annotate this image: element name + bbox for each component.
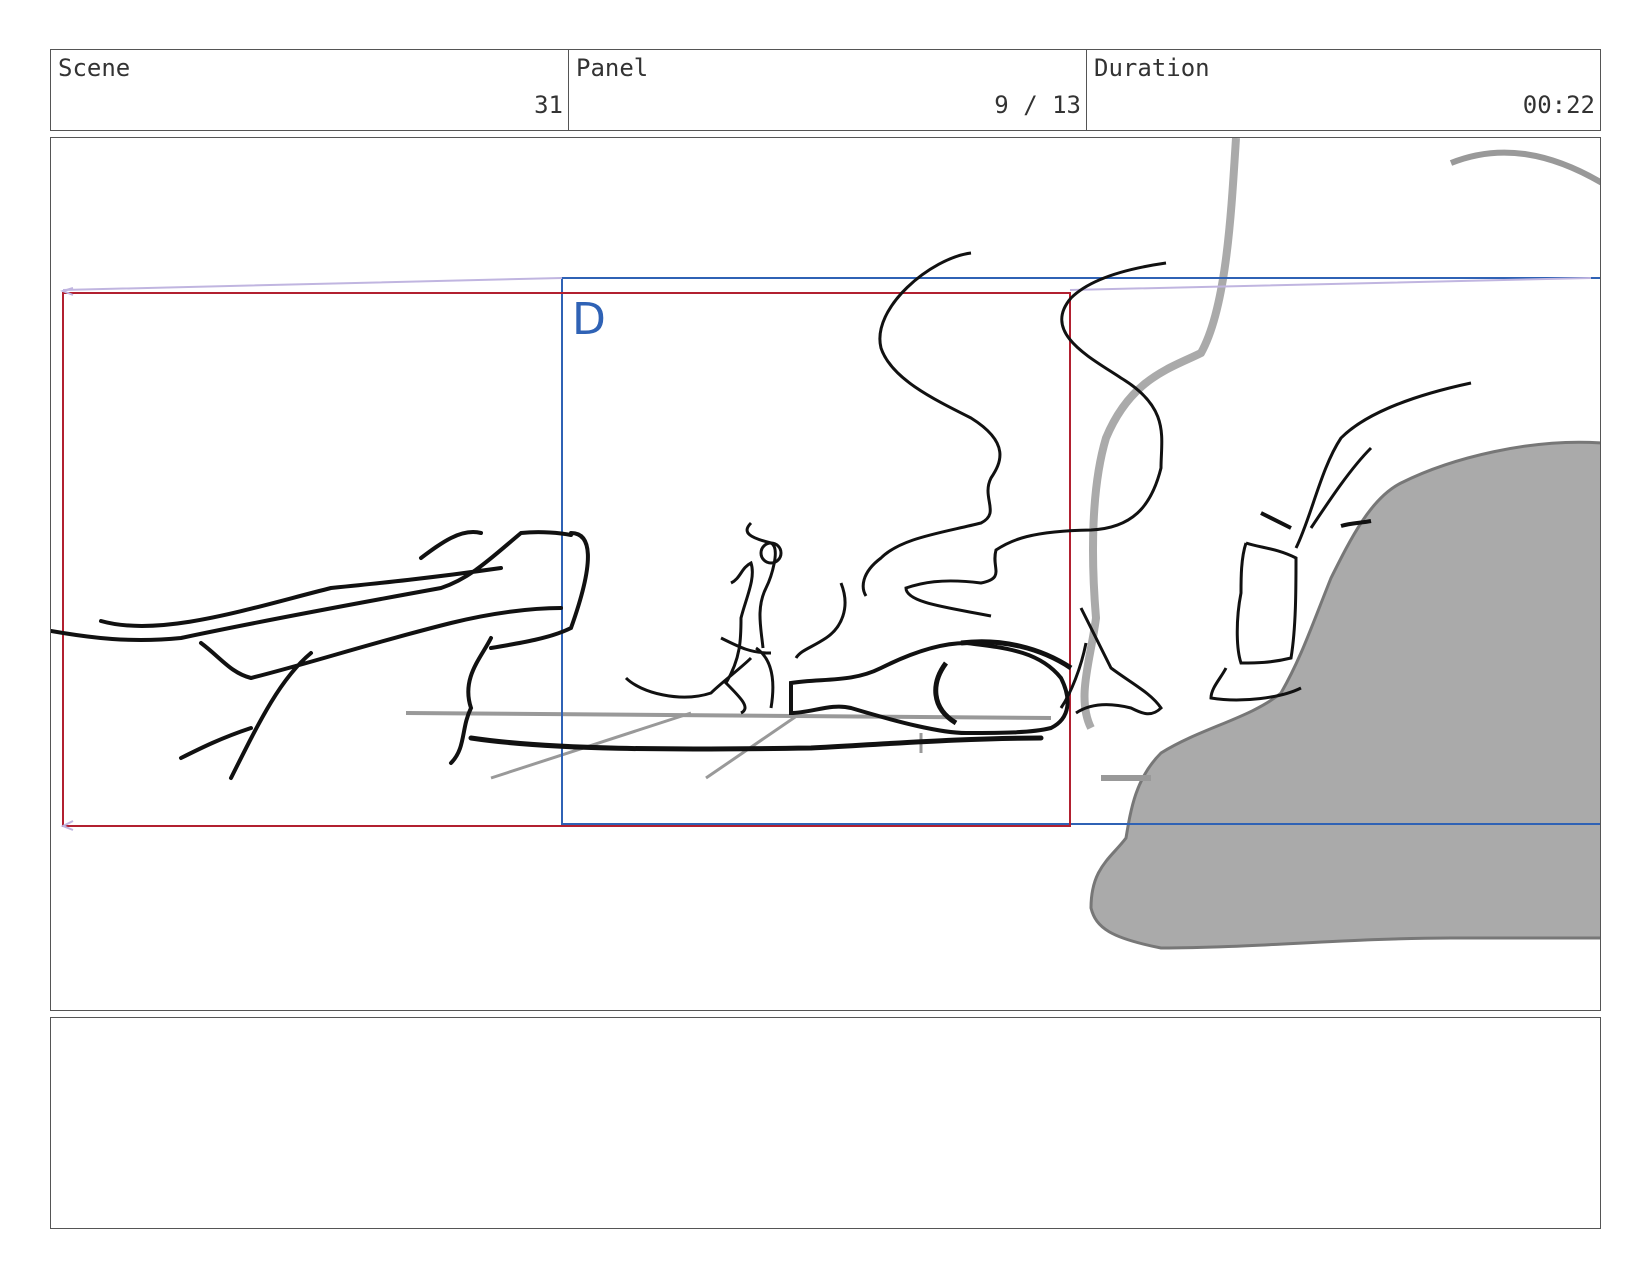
panel-header: Scene 31 Panel 9 / 13 Duration 00:22 (50, 49, 1601, 131)
scene-label: Scene (58, 54, 131, 82)
panel-notes[interactable] (50, 1017, 1601, 1229)
duration-cell: Duration 00:22 (1087, 50, 1600, 130)
lying-character-arm (933, 639, 1073, 726)
duration-label: Duration (1094, 54, 1210, 82)
standing-character (624, 521, 777, 715)
storyboard-sketch (51, 138, 1600, 950)
camera-label: D (572, 294, 606, 345)
scene-cell: Scene 31 (51, 50, 569, 130)
smoke-swirl-1 (861, 251, 1002, 597)
duration-value: 00:22 (1522, 91, 1595, 119)
scene-number: 31 (534, 91, 563, 119)
character-head (759, 541, 783, 565)
panel-cell: Panel 9 / 13 (569, 50, 1087, 130)
background-curve (1449, 149, 1600, 186)
panel-number: 9 / 13 (994, 91, 1081, 119)
lying-character-legs (1059, 607, 1163, 716)
smoke-swirl-2 (904, 261, 1167, 618)
storyboard-frame: D (50, 137, 1601, 1011)
ground-perspective-2 (705, 711, 802, 780)
ground-line (405, 711, 1052, 720)
camera-move-line-top (62, 277, 1592, 291)
foreground-rock-shape (1089, 440, 1600, 950)
smoke-swirl-3 (794, 582, 847, 659)
panel-label: Panel (576, 54, 649, 82)
